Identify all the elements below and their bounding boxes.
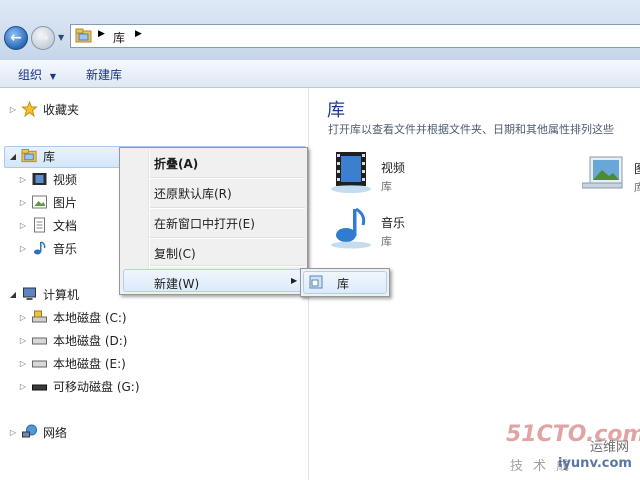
back-arrow-icon: ← xyxy=(10,30,22,46)
recent-pages-dropdown-icon[interactable]: ▼ xyxy=(58,33,64,42)
chevron-down-icon: ▼ xyxy=(49,72,56,81)
nav-item-drive-d[interactable]: ▷ 本地磁盘 (D:) xyxy=(18,330,128,350)
library-item-videos[interactable]: 视频 库 xyxy=(330,150,430,198)
removable-drive-icon xyxy=(32,384,47,391)
collapse-arrow-icon[interactable]: ◢ xyxy=(8,152,18,161)
computer-icon xyxy=(23,287,36,300)
item-type: 库 xyxy=(381,235,392,248)
address-bar-region: ← → ▼ ▶ 库 ▶ xyxy=(0,0,640,61)
page-title: 库 xyxy=(327,100,345,121)
breadcrumb-separator-icon[interactable]: ▶ xyxy=(135,29,142,39)
nav-item-computer[interactable]: ◢ 计算机 xyxy=(8,284,79,304)
nav-label: 图片 xyxy=(53,195,78,210)
library-icon xyxy=(309,275,323,289)
expand-arrow-icon[interactable]: ▷ xyxy=(8,105,18,114)
submenu-item-library[interactable]: 库 xyxy=(337,275,349,292)
film-icon xyxy=(32,173,47,185)
nav-item-documents[interactable]: ▷ 文档 xyxy=(18,215,77,235)
forward-button[interactable]: → xyxy=(31,26,55,50)
nav-item-network[interactable]: ▷ 网络 xyxy=(8,422,67,442)
nav-item-library[interactable]: ◢ 库 xyxy=(8,146,55,166)
nav-label: 视频 xyxy=(53,172,78,187)
film-icon xyxy=(331,152,371,193)
watermark-brand: 运维网 xyxy=(590,440,630,455)
menu-item-new[interactable]: 新建(W) xyxy=(154,275,199,292)
watermark-domain: iyunv.com xyxy=(558,456,632,471)
menu-separator xyxy=(150,207,305,209)
new-submenu: 库 xyxy=(300,268,390,297)
network-icon xyxy=(22,424,37,438)
menu-item-collapse[interactable]: 折叠(A) xyxy=(154,155,198,172)
library-item-music[interactable]: 音乐 库 xyxy=(330,205,430,253)
command-bar: 组织 ▼ 新建库 xyxy=(0,60,640,88)
collapse-arrow-icon[interactable]: ◢ xyxy=(8,290,18,299)
submenu-arrow-icon: ▶ xyxy=(291,276,298,285)
expand-arrow-icon[interactable]: ▷ xyxy=(18,175,28,184)
menu-item-restore-default-libraries[interactable]: 还原默认库(R) xyxy=(154,185,232,202)
nav-item-drive-c[interactable]: ▷ 本地磁盘 (C:) xyxy=(18,307,127,327)
nav-item-drive-g[interactable]: ▷ 可移动磁盘 (G:) xyxy=(18,376,140,396)
new-library-button[interactable]: 新建库 xyxy=(86,66,122,83)
picture-icon xyxy=(32,195,47,209)
library-item-pictures[interactable]: 图 库 xyxy=(582,155,640,203)
item-type: 库 xyxy=(381,180,392,193)
menu-item-highlight xyxy=(123,269,304,292)
item-name: 音乐 xyxy=(381,216,406,230)
picture-icon xyxy=(582,156,623,189)
expand-arrow-icon[interactable]: ▷ xyxy=(18,359,28,368)
context-menu: 折叠(A) 还原默认库(R) 在新窗口中打开(E) 复制(C) 新建(W) ▶ xyxy=(119,147,308,295)
nav-item-videos[interactable]: ▷ 视频 xyxy=(18,169,77,189)
nav-item-favorites[interactable]: ▷ 收藏夹 xyxy=(8,99,79,119)
nav-label: 文档 xyxy=(53,218,78,233)
nav-label: 可移动磁盘 (G:) xyxy=(53,379,140,394)
item-name: 图 xyxy=(634,160,640,177)
nav-label: 音乐 xyxy=(53,241,78,256)
back-button[interactable]: ← xyxy=(4,26,28,50)
music-note-icon xyxy=(34,241,46,255)
document-icon xyxy=(34,217,45,233)
organize-label: 组织 xyxy=(18,68,43,82)
expand-arrow-icon[interactable]: ▷ xyxy=(18,244,28,253)
organize-button[interactable]: 组织 ▼ xyxy=(18,66,56,83)
breadcrumb-separator-icon[interactable]: ▶ xyxy=(98,29,105,39)
nav-item-pictures[interactable]: ▷ 图片 xyxy=(18,192,77,212)
nav-label: 网络 xyxy=(43,425,68,440)
forward-arrow-icon: → xyxy=(37,30,49,46)
nav-item-drive-e[interactable]: ▷ 本地磁盘 (E:) xyxy=(18,353,126,373)
drive-icon xyxy=(32,310,47,323)
expand-arrow-icon[interactable]: ▷ xyxy=(18,336,28,345)
nav-item-music[interactable]: ▷ 音乐 xyxy=(18,238,77,258)
menu-separator xyxy=(150,237,305,239)
library-folder-icon xyxy=(75,28,92,43)
menu-item-copy[interactable]: 复制(C) xyxy=(154,245,196,262)
item-type: 库 xyxy=(634,181,640,194)
nav-label: 本地磁盘 (E:) xyxy=(53,356,126,371)
expand-arrow-icon[interactable]: ▷ xyxy=(18,221,28,230)
page-description: 打开库以查看文件并根据文件夹、日期和其他属性排列这些 xyxy=(328,123,614,136)
drive-icon xyxy=(32,360,47,368)
menu-item-open-new-window[interactable]: 在新窗口中打开(E) xyxy=(154,215,255,232)
library-folder-icon xyxy=(21,148,37,163)
address-input[interactable]: ▶ 库 ▶ xyxy=(70,24,640,48)
expand-arrow-icon[interactable]: ▷ xyxy=(18,198,28,207)
item-name: 视频 xyxy=(381,161,406,175)
nav-label: 本地磁盘 (D:) xyxy=(53,333,128,348)
nav-label: 本地磁盘 (C:) xyxy=(53,310,127,325)
expand-arrow-icon[interactable]: ▷ xyxy=(18,313,28,322)
breadcrumb-library[interactable]: 库 xyxy=(113,29,125,46)
nav-label: 库 xyxy=(43,149,56,164)
menu-separator xyxy=(150,177,305,179)
menu-separator xyxy=(150,265,305,267)
expand-arrow-icon[interactable]: ▷ xyxy=(18,382,28,391)
drive-icon xyxy=(32,337,47,345)
music-note-icon xyxy=(331,207,371,249)
nav-label: 收藏夹 xyxy=(43,102,80,117)
expand-arrow-icon[interactable]: ▷ xyxy=(8,428,18,437)
star-icon xyxy=(21,101,38,117)
nav-label: 计算机 xyxy=(43,287,80,302)
